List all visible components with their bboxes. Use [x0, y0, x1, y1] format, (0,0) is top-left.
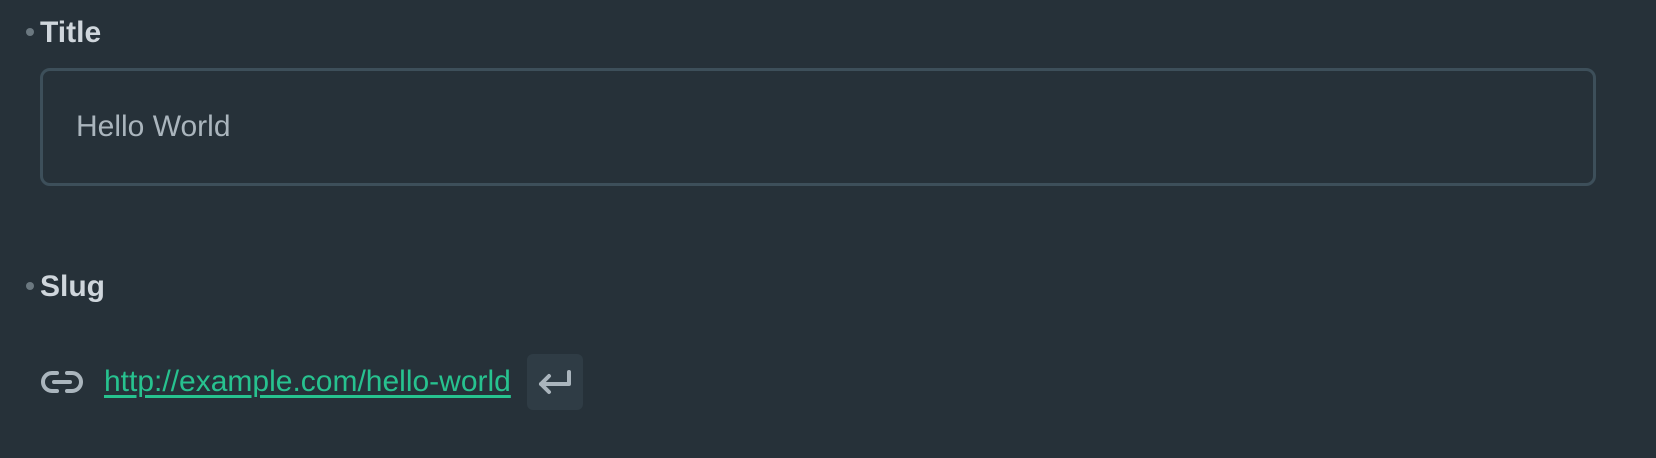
title-label-bullet	[26, 28, 34, 36]
slug-label: Slug	[40, 270, 105, 303]
enter-return-icon	[538, 370, 571, 394]
link-icon	[40, 367, 84, 397]
form-container: Title Slug http://example.com/hello-worl…	[0, 0, 1656, 458]
slug-label-bullet	[26, 282, 34, 290]
slug-url-link[interactable]: http://example.com/hello-world	[104, 365, 511, 399]
slug-row: http://example.com/hello-world	[40, 354, 583, 410]
enter-return-button[interactable]	[526, 354, 583, 410]
title-label: Title	[40, 16, 102, 49]
title-input[interactable]	[40, 68, 1596, 186]
